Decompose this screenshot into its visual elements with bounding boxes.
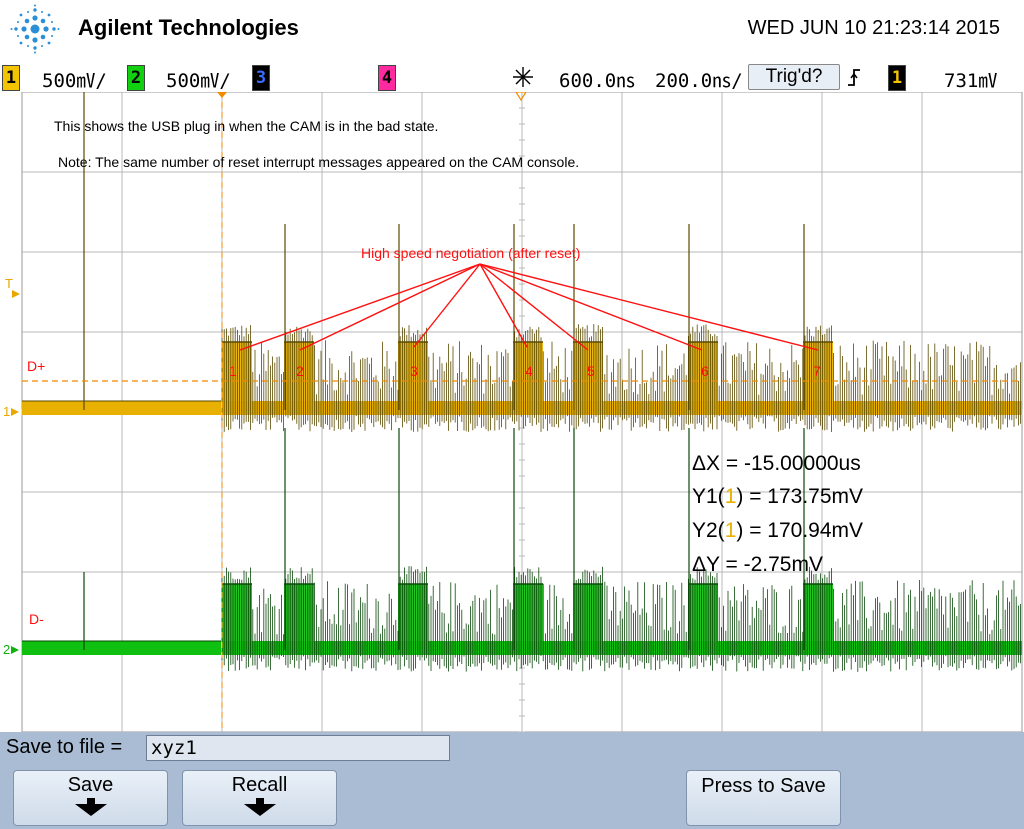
softkey-menu: Save to file = xyz1 Save Recall Press to…	[0, 732, 1024, 829]
save-to-file-label: Save to file =	[6, 736, 123, 758]
brand-name: Agilent Technologies	[78, 15, 299, 40]
time-reference-icon	[513, 67, 533, 87]
annotation-high-speed: High speed negotiation (after reset)	[361, 245, 581, 261]
channel-1-scale: 500㎷/	[42, 70, 107, 92]
agilent-spark-logo-icon	[10, 4, 60, 54]
recall-softkey-label: Recall	[231, 774, 288, 796]
channel-1-indicator[interactable]: 1	[2, 65, 20, 91]
trigger-status-button[interactable]: Trig'd?	[748, 64, 840, 90]
channel-3-indicator[interactable]: 3	[252, 65, 270, 91]
ch1-baseline	[22, 401, 221, 415]
filename-field[interactable]: xyz1	[146, 735, 450, 761]
note-line-2: Note: The same number of reset interrupt…	[58, 154, 580, 170]
trigger-source-indicator[interactable]: 1	[888, 65, 906, 91]
burst-number: 5	[587, 363, 595, 379]
status-line: 1 500㎷/ 2 500㎷/ 3 4 600.0㎱ 200.0㎱/ Trig'…	[0, 62, 1024, 92]
measurement-y1-value: ) = 173.75mV	[736, 485, 864, 508]
time-scale: 200.0㎱/	[655, 70, 743, 92]
burst-number: 7	[813, 363, 821, 379]
recall-softkey[interactable]: Recall	[182, 770, 337, 826]
channel-2-indicator[interactable]: 2	[127, 65, 145, 91]
label-d-minus: D-	[29, 611, 44, 627]
save-softkey-label: Save	[67, 774, 114, 796]
down-arrow-icon	[74, 804, 107, 816]
measurement-y1: Y1(1) = 173.75mV	[692, 485, 863, 509]
date-time: WED JUN 10 21:23:14 2015	[747, 17, 1000, 39]
burst-number: 2	[296, 363, 304, 379]
save-softkey[interactable]: Save	[13, 770, 168, 826]
channel-1-ground-marker: 1	[3, 404, 10, 419]
trigger-level: 731㎷	[944, 70, 998, 92]
press-to-save-softkey[interactable]: Press to Save	[686, 770, 841, 826]
burst-number: 4	[525, 363, 533, 379]
burst-number: 3	[410, 363, 418, 379]
burst-number: 6	[701, 363, 709, 379]
note-line-1: This shows the USB plug in when the CAM …	[54, 118, 439, 134]
burst-number: 1	[229, 363, 237, 379]
measurement-y1-prefix: Y1(	[692, 485, 725, 508]
measurement-y2-prefix: Y2(	[692, 519, 725, 542]
channel-2-scale: 500㎷/	[166, 70, 231, 92]
down-arrow-icon	[243, 804, 276, 816]
ch2-baseline	[22, 641, 221, 655]
header-bar: Agilent Technologies WED JUN 10 21:23:14…	[0, 0, 1024, 62]
measurement-y1-channel: 1	[724, 485, 737, 508]
channel-2-ground-marker: 2	[3, 642, 10, 657]
waveform-display[interactable]: T 1 2 This shows the USB plug in when the …	[0, 92, 1024, 732]
measurement-delta-x: ΔX = -15.00000us	[692, 452, 861, 475]
channel-4-indicator[interactable]: 4	[378, 65, 396, 91]
measurement-y2: Y2(1) = 170.94mV	[692, 519, 863, 543]
measurement-y2-channel: 1	[724, 519, 737, 542]
trigger-level-marker: T	[5, 276, 13, 291]
measurement-y2-value: ) = 170.94mV	[736, 519, 864, 542]
label-d-plus: D+	[27, 358, 46, 374]
time-delay: 600.0㎱	[559, 70, 636, 92]
waveform-graticule: T 1 2	[0, 92, 1024, 732]
measurement-delta-y: ΔY = -2.75mV	[692, 553, 823, 576]
trigger-edge-icon	[848, 69, 860, 86]
